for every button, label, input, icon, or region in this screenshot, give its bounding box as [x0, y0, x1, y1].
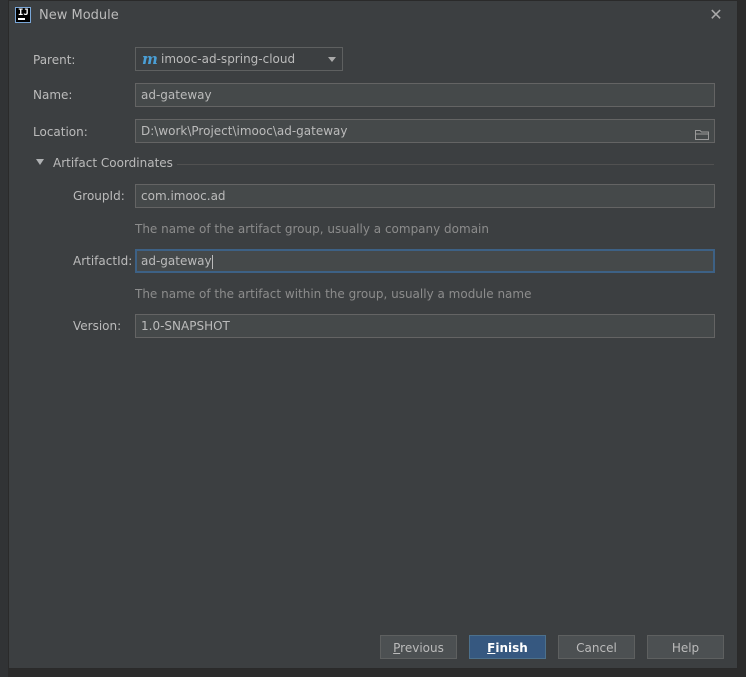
folder-icon[interactable]: [695, 125, 709, 140]
triangle-down-icon[interactable]: [36, 159, 44, 165]
location-label: Location:: [33, 125, 88, 139]
groupid-input[interactable]: com.imooc.ad: [135, 184, 715, 208]
artifactid-input-value: ad-gateway: [141, 254, 212, 268]
artifactid-hint: The name of the artifact within the grou…: [135, 287, 532, 301]
name-label: Name:: [33, 88, 73, 102]
artifactid-label: ArtifactId:: [73, 254, 133, 268]
location-input-value: D:\work\Project\imooc\ad-gateway: [141, 124, 348, 138]
dialog-title: New Module: [39, 8, 119, 23]
artifactid-input[interactable]: ad-gateway: [135, 249, 715, 273]
groupid-label: GroupId:: [73, 189, 125, 203]
section-divider: [177, 164, 714, 165]
close-icon[interactable]: ✕: [707, 6, 725, 24]
chevron-down-icon: [328, 57, 336, 62]
version-label: Version:: [73, 319, 122, 333]
location-input[interactable]: D:\work\Project\imooc\ad-gateway: [135, 119, 715, 143]
parent-label: Parent:: [33, 53, 76, 67]
version-input[interactable]: 1.0-SNAPSHOT: [135, 314, 715, 338]
finish-button[interactable]: Finish: [469, 635, 546, 659]
help-button[interactable]: Help: [647, 635, 724, 659]
parent-dropdown-value: imooc-ad-spring-cloud: [161, 52, 296, 66]
text-caret: [211, 254, 213, 269]
artifact-coordinates-toggle[interactable]: Artifact Coordinates: [53, 155, 173, 171]
previous-button[interactable]: Previous: [380, 635, 457, 659]
parent-dropdown[interactable]: m imooc-ad-spring-cloud: [135, 47, 343, 71]
maven-icon: m: [142, 50, 158, 68]
dialog-titlebar: IJ New Module ✕: [9, 1, 737, 31]
name-input[interactable]: ad-gateway: [135, 83, 715, 107]
intellij-idea-icon: IJ: [15, 7, 31, 23]
ide-gutter: [0, 0, 8, 677]
cancel-button[interactable]: Cancel: [558, 635, 635, 659]
groupid-hint: The name of the artifact group, usually …: [135, 222, 489, 236]
new-module-dialog: IJ New Module ✕ Parent: m imooc-ad-sprin…: [8, 0, 738, 669]
